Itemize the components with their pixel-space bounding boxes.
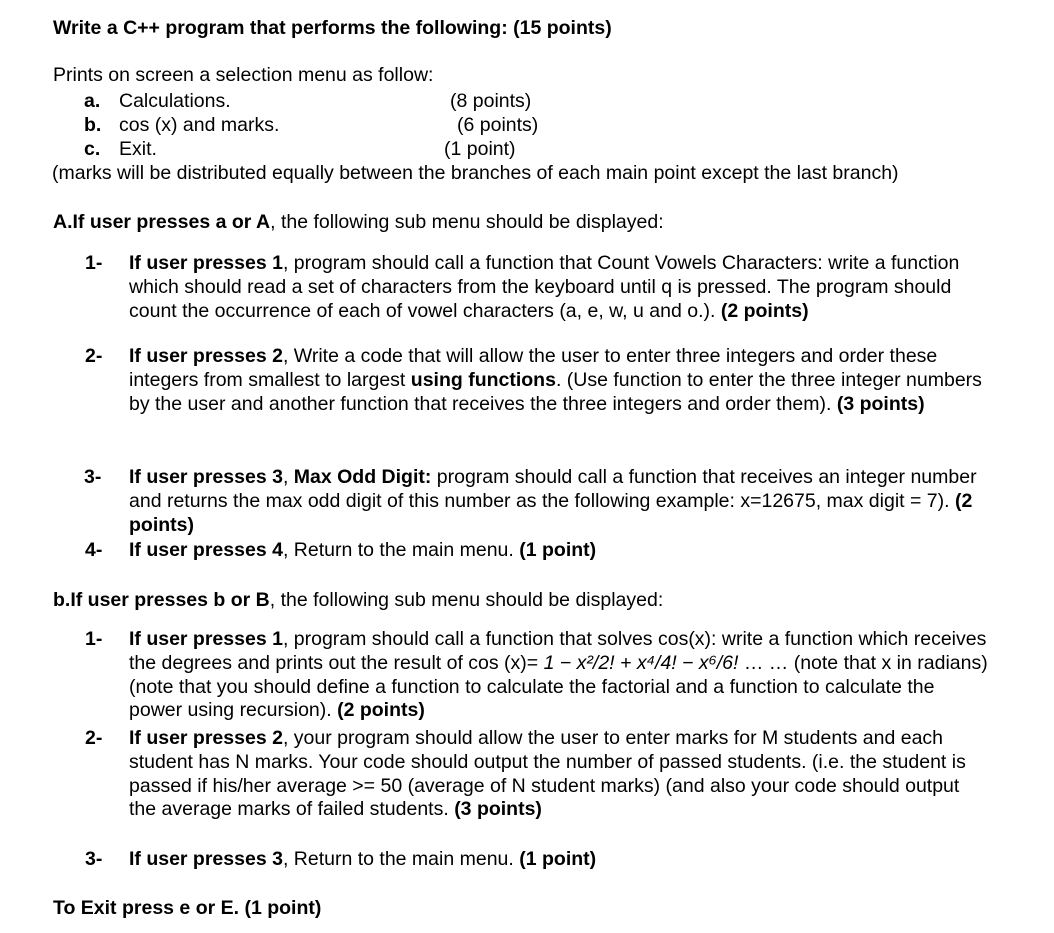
menu-label-c: Exit. [119,137,157,160]
menu-item-b: b. cos (x) and marks. (6 points) [53,114,1013,138]
menu-item-a: a. Calculations. (8 points) [53,90,1013,114]
list-item-bold-lead: If user presses 2 [129,345,283,367]
section-b-header-bold: b.If user presses b or B [53,589,270,611]
section-a-header-bold: A.If user presses a or A [53,211,271,233]
menu-points-b: (6 points) [457,113,539,136]
section-a-header: A.If user presses a or A, the following … [53,211,1013,235]
list-item-comma: , [282,466,294,488]
list-item-points: (1 point) [519,539,597,561]
menu-points-a: (8 points) [450,90,532,112]
list-item: 1- If user presses 1, program should cal… [53,628,991,723]
list-item-bold-mid: Max Odd Digit: [293,466,432,488]
list-item: 1- If user presses 1, program should cal… [53,252,991,323]
list-item-bold-lead: If user presses 3 [129,466,283,488]
document-page: Write a C++ program that performs the fo… [0,0,1054,933]
list-marker: 2- [85,727,103,749]
list-item-points: (1 point) [519,848,597,870]
list-item-bold-lead: If user presses 1 [129,252,283,274]
list-item-bold-mid: using functions [410,368,556,391]
list-item-text: , Return to the main menu. [282,539,520,561]
list-item: 3- If user presses 3, Return to the main… [53,848,991,872]
section-a-header-rest: , the following sub menu should be displ… [270,211,664,233]
list-item-bold-lead: If user presses 4 [129,539,283,561]
list-marker: 1- [85,628,103,650]
list-item-points: (2 points) [337,699,425,722]
list-item-body: If user presses 3, Max Odd Digit: progra… [129,466,991,537]
selection-menu-list: a. Calculations. (8 points) b. cos (x) a… [53,90,1013,161]
section-b-header: b.If user presses b or B, the following … [53,589,1013,613]
list-marker: 4- [85,539,103,561]
list-item-bold-lead: If user presses 2 [129,727,283,749]
menu-points-c: (1 point) [444,137,516,160]
marks-distribution-note: (marks will be distributed equally betwe… [52,162,899,184]
list-item-body: If user presses 3, Return to the main me… [129,848,991,872]
menu-item-c: c. Exit. (1 point) [53,138,1013,162]
list-item: 4- If user presses 4, Return to the main… [53,539,991,563]
menu-letter-b: b. [84,113,102,136]
list-marker: 1- [85,252,103,274]
list-item-points: (3 points) [454,798,542,821]
exit-instruction: To Exit press e or E. (1 point) [53,897,322,919]
section-b-header-rest: , the following sub menu should be displ… [269,589,664,611]
menu-label-b: cos (x) and marks. [119,113,280,136]
menu-letter-a: a. [84,90,101,112]
list-marker: 3- [84,466,102,488]
list-item-body: If user presses 1, program should call a… [129,628,991,723]
list-item-bold-lead: If user presses 1 [129,628,283,650]
list-item-text: , Return to the main menu. [282,848,520,870]
list-item: 2- If user presses 2, Write a code that … [53,345,991,416]
intro-line: Prints on screen a selection menu as fol… [53,64,434,86]
list-item-bold-lead: If user presses 3 [129,848,283,870]
list-item-body: If user presses 2, your program should a… [129,727,991,822]
list-marker: 3- [85,848,103,870]
list-item-body: If user presses 4, Return to the main me… [129,539,991,563]
list-item: 2- If user presses 2, your program shoul… [53,727,991,822]
list-item-points: (3 points) [836,392,925,415]
menu-letter-c: c. [84,137,101,160]
list-item-body: If user presses 1, program should call a… [129,252,991,323]
menu-label-a: Calculations. [119,90,231,112]
list-marker: 2- [85,345,103,367]
list-item-points: (2 points) [720,299,809,322]
list-item: 3- If user presses 3, Max Odd Digit: pro… [53,466,991,537]
cosine-series-formula: 1 − x²/2! + x⁴/4! − x⁶/6! [543,651,739,674]
page-title: Write a C++ program that performs the fo… [53,17,612,39]
list-item-body: If user presses 2, Write a code that wil… [129,345,991,416]
